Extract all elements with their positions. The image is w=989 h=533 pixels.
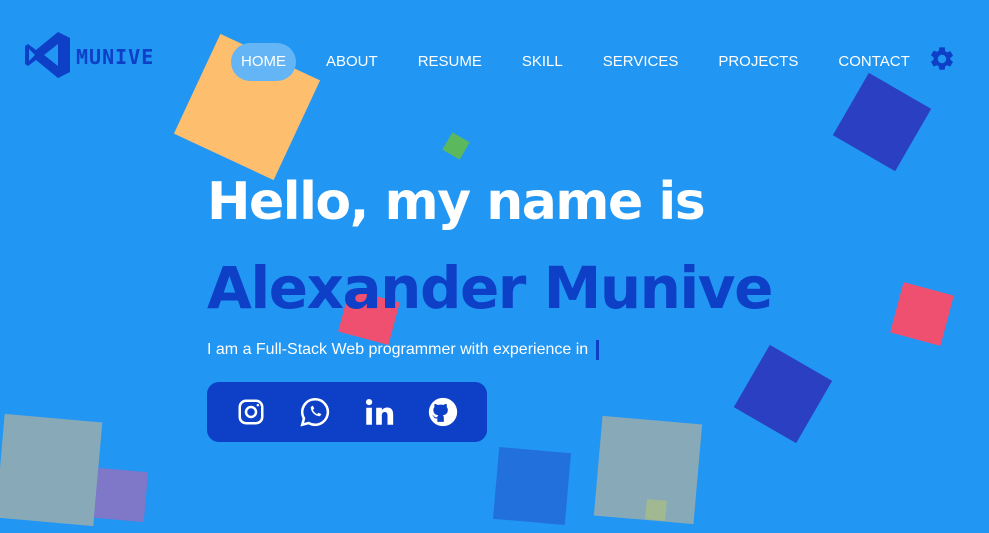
hero-section: Hello, my name is Alexander Munive I am …: [207, 162, 773, 360]
main-nav: HOME ABOUT RESUME SKILL SERVICES PROJECT…: [231, 43, 940, 81]
hero-name: Alexander Munive: [207, 254, 773, 322]
nav-resume[interactable]: RESUME: [408, 43, 492, 81]
nav-contact[interactable]: CONTACT: [828, 43, 919, 81]
linkedin-icon[interactable]: [361, 394, 397, 430]
decor-green-square: [442, 132, 470, 160]
social-links: [207, 382, 487, 442]
instagram-icon[interactable]: [233, 394, 269, 430]
decor-green-square-small: [645, 499, 667, 521]
hero-greeting: Hello, my name is: [207, 172, 706, 232]
whatsapp-icon[interactable]: [297, 394, 333, 430]
brand-name: MUNIVE: [76, 45, 155, 69]
nav-skill[interactable]: SKILL: [512, 43, 573, 81]
hero-tagline-row: I am a Full-Stack Web programmer with ex…: [207, 340, 772, 360]
nav-about[interactable]: ABOUT: [316, 43, 388, 81]
decor-purple-square: [93, 467, 149, 523]
decor-pink-square: [890, 282, 954, 346]
typing-cursor: [596, 340, 600, 360]
brand-logo[interactable]: MUNIVE: [24, 30, 154, 84]
settings-gear-icon[interactable]: [928, 45, 956, 73]
decor-gray-square-left: [0, 413, 103, 527]
decor-navy-square: [832, 72, 932, 172]
nav-services[interactable]: SERVICES: [593, 43, 689, 81]
decor-blue-square-bottom: [492, 446, 572, 526]
nav-home[interactable]: HOME: [231, 43, 296, 81]
github-icon[interactable]: [425, 394, 461, 430]
visual-studio-icon: [24, 30, 72, 84]
hero-tagline: I am a Full-Stack Web programmer with ex…: [207, 341, 589, 358]
nav-projects[interactable]: PROJECTS: [708, 43, 808, 81]
